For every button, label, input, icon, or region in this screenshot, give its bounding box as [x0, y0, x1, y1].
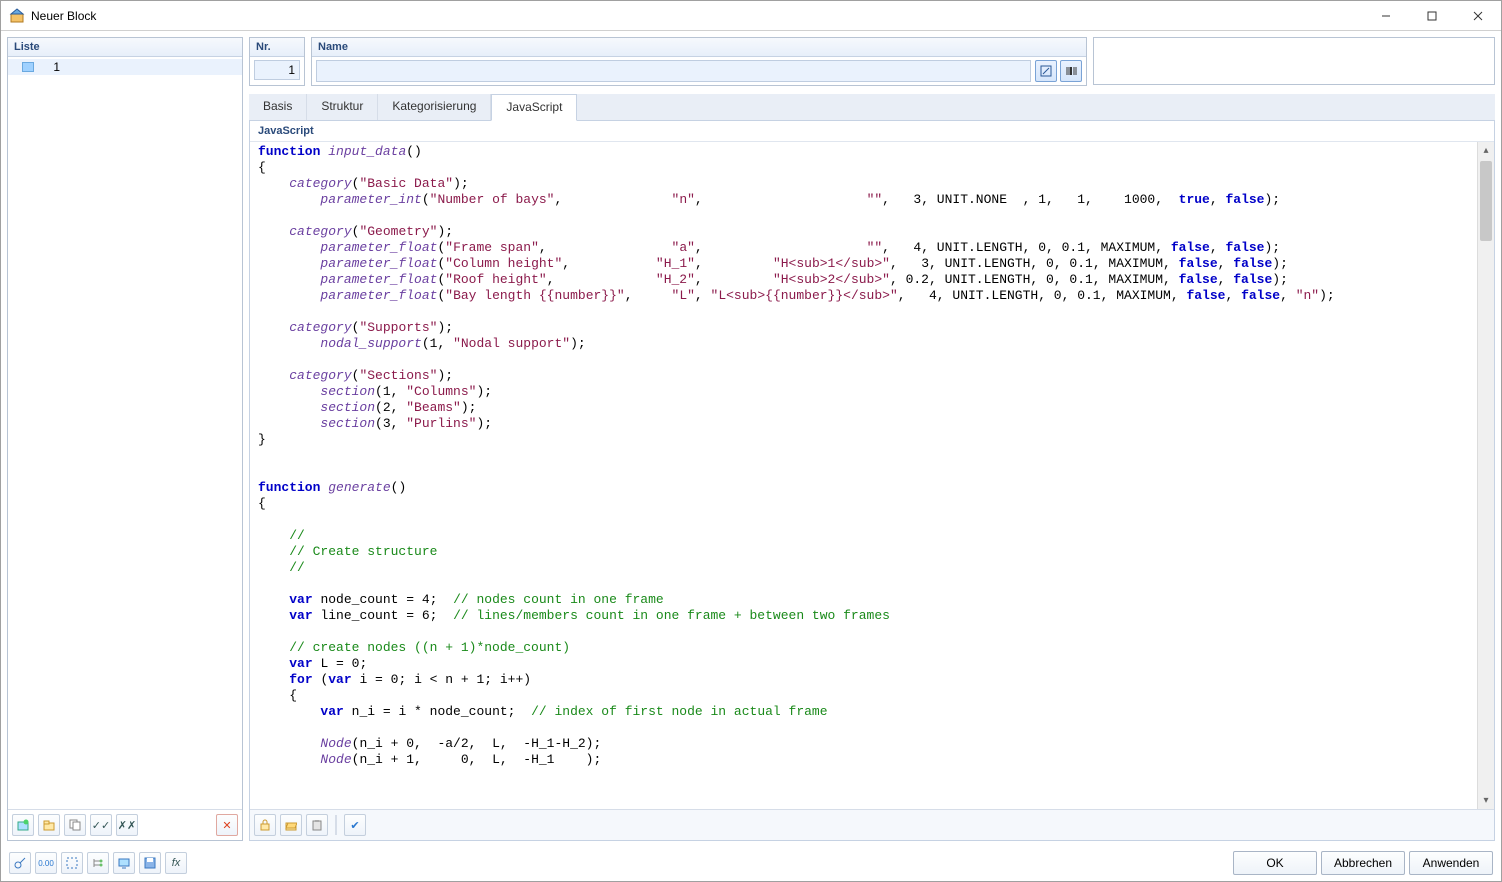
editor-header: JavaScript	[250, 121, 1494, 142]
scroll-thumb[interactable]	[1480, 161, 1492, 241]
tab-kategorisierung[interactable]: Kategorisierung	[378, 94, 491, 120]
units-icon[interactable]: 0.00	[35, 852, 57, 874]
scroll-up-icon[interactable]: ▴	[1478, 142, 1495, 159]
editor-wrap: JavaScript function input_data() { categ…	[249, 121, 1495, 841]
titlebar: Neuer Block	[1, 1, 1501, 31]
close-button[interactable]	[1455, 1, 1501, 31]
list-item[interactable]: 1	[8, 59, 242, 75]
key-icon[interactable]	[9, 852, 31, 874]
preview-box	[1093, 37, 1495, 85]
nr-input[interactable]	[254, 60, 300, 80]
paste-icon[interactable]	[306, 814, 328, 836]
cancel-button[interactable]: Abbrechen	[1321, 851, 1405, 875]
window-title: Neuer Block	[31, 9, 1363, 23]
check-all-icon[interactable]: ✓✓	[90, 814, 112, 836]
edit-name-icon[interactable]	[1035, 60, 1057, 82]
fx-icon[interactable]: fx	[165, 852, 187, 874]
code-editor[interactable]: function input_data() { category("Basic …	[250, 142, 1494, 776]
maximize-button[interactable]	[1409, 1, 1455, 31]
right-panel: Nr. Name	[249, 37, 1495, 841]
tab-basis[interactable]: Basis	[249, 94, 307, 120]
tabs-row: Basis Struktur Kategorisierung JavaScrip…	[249, 94, 1495, 121]
editor-toolbar: ✔	[250, 809, 1494, 840]
tree-icon[interactable]	[87, 852, 109, 874]
tab-struktur[interactable]: Struktur	[307, 94, 378, 120]
lock-icon[interactable]	[254, 814, 276, 836]
name-label: Name	[312, 38, 1086, 57]
app-icon	[9, 8, 25, 24]
window-buttons	[1363, 1, 1501, 31]
main-area: Liste 1 ✓✓ ✗✗ ✕	[7, 37, 1495, 841]
copy-icon[interactable]	[64, 814, 86, 836]
check-icon[interactable]: ✔	[344, 814, 366, 836]
delete-icon[interactable]: ✕	[216, 814, 238, 836]
vertical-scrollbar[interactable]: ▴ ▾	[1477, 142, 1494, 809]
list-color-swatch	[22, 62, 34, 72]
tab-javascript[interactable]: JavaScript	[491, 94, 577, 121]
list-item-num: 1	[40, 60, 60, 74]
barcode-icon[interactable]	[1060, 60, 1082, 82]
editor-scroll[interactable]: function input_data() { category("Basic …	[250, 142, 1494, 809]
open-icon[interactable]	[280, 814, 302, 836]
left-toolbar: ✓✓ ✗✗ ✕	[8, 809, 242, 840]
list-tree[interactable]: 1	[8, 57, 242, 809]
monitor-icon[interactable]	[113, 852, 135, 874]
minimize-button[interactable]	[1363, 1, 1409, 31]
nr-label: Nr.	[250, 38, 304, 57]
left-header: Liste	[8, 38, 242, 57]
app-window: Neuer Block Liste 1	[0, 0, 1502, 882]
new-icon[interactable]	[12, 814, 34, 836]
new-folder-icon[interactable]	[38, 814, 60, 836]
save-icon[interactable]	[139, 852, 161, 874]
fields-row: Nr. Name	[249, 37, 1495, 86]
nr-field: Nr.	[249, 37, 305, 86]
selection-icon[interactable]	[61, 852, 83, 874]
apply-button[interactable]: Anwenden	[1409, 851, 1493, 875]
bottom-toolbar: 0.00 fx OK Abbrechen Anwenden	[7, 847, 1495, 877]
ok-button[interactable]: OK	[1233, 851, 1317, 875]
scroll-down-icon[interactable]: ▾	[1478, 792, 1495, 809]
window-body: Liste 1 ✓✓ ✗✗ ✕	[1, 31, 1501, 881]
name-field: Name	[311, 37, 1087, 86]
left-panel: Liste 1 ✓✓ ✗✗ ✕	[7, 37, 243, 841]
name-input[interactable]	[316, 60, 1031, 82]
uncheck-all-icon[interactable]: ✗✗	[116, 814, 138, 836]
